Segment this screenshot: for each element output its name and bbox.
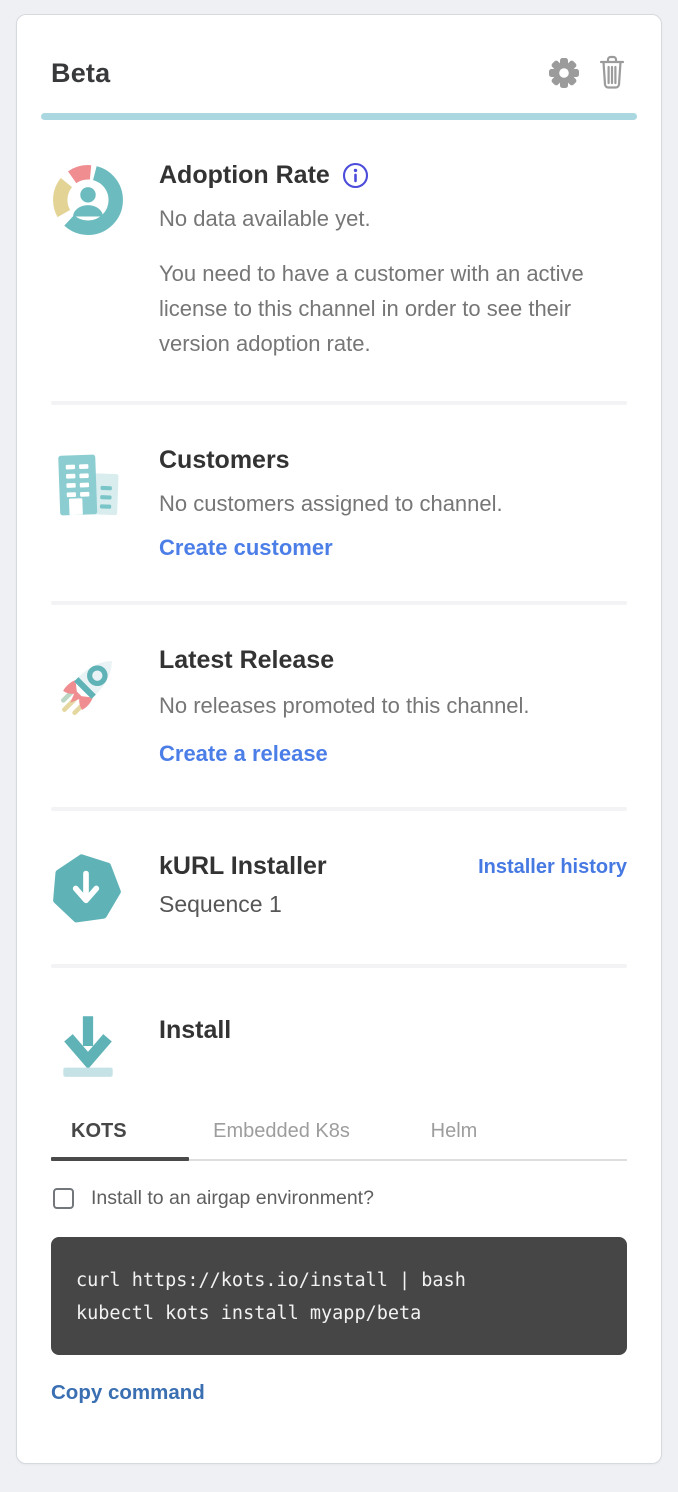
adoption-rate-title-text: Adoption Rate <box>159 161 330 190</box>
latest-release-title: Latest Release <box>159 646 627 675</box>
installer-sequence: Sequence 1 <box>159 891 627 918</box>
header-actions <box>547 55 627 91</box>
customers-title: Customers <box>159 446 627 475</box>
gear-icon <box>547 78 581 93</box>
channel-settings-button[interactable] <box>547 56 581 90</box>
info-icon[interactable] <box>342 162 369 189</box>
install-tabs: KOTS Embedded K8s Helm <box>51 1108 627 1161</box>
channel-delete-button[interactable] <box>597 55 627 91</box>
latest-release-section: Latest Release No releases promoted to t… <box>17 605 661 767</box>
airgap-checkbox[interactable] <box>53 1188 74 1209</box>
channel-name: Beta <box>51 58 110 89</box>
channel-card: Beta <box>16 14 662 1464</box>
install-title: Install <box>159 1016 627 1045</box>
airgap-row: Install to an airgap environment? <box>51 1187 627 1210</box>
kurl-installer-title: kURL Installer <box>159 852 327 881</box>
heptagon-download-icon <box>51 852 125 924</box>
command-line-2: kubectl kots install myapp/beta <box>76 1303 421 1324</box>
create-release-link[interactable]: Create a release <box>159 741 328 767</box>
release-empty-text: No releases promoted to this channel. <box>159 689 627 723</box>
channel-accent-bar <box>41 113 637 120</box>
building-icon <box>51 446 125 561</box>
trash-icon <box>597 79 627 94</box>
command-line-1: curl https://kots.io/install | bash <box>76 1270 466 1291</box>
create-customer-link[interactable]: Create customer <box>159 535 333 561</box>
tab-embedded-k8s[interactable]: Embedded K8s <box>189 1108 374 1159</box>
install-command-block: curl https://kots.io/install | bash kube… <box>51 1237 627 1355</box>
kurl-installer-section: kURL Installer Installer history Sequenc… <box>17 811 661 924</box>
rocket-icon <box>51 646 125 767</box>
airgap-label: Install to an airgap environment? <box>91 1187 374 1210</box>
adoption-rate-section: Adoption Rate No data available yet. You… <box>17 120 661 361</box>
customers-empty-text: No customers assigned to channel. <box>159 487 627 521</box>
adoption-description: You need to have a customer with an acti… <box>159 256 627 361</box>
customers-section: Customers No customers assigned to chann… <box>17 405 661 561</box>
adoption-donut-icon <box>51 161 125 361</box>
install-section: Install <box>17 968 661 1082</box>
copy-command-link[interactable]: Copy command <box>51 1381 205 1405</box>
tab-helm[interactable]: Helm <box>374 1108 534 1159</box>
card-header: Beta <box>17 15 661 91</box>
download-icon <box>51 1006 125 1082</box>
tab-kots[interactable]: KOTS <box>51 1108 189 1159</box>
installer-history-link[interactable]: Installer history <box>478 856 627 879</box>
adoption-empty-text: No data available yet. <box>159 202 627 236</box>
adoption-rate-title: Adoption Rate <box>159 161 627 190</box>
